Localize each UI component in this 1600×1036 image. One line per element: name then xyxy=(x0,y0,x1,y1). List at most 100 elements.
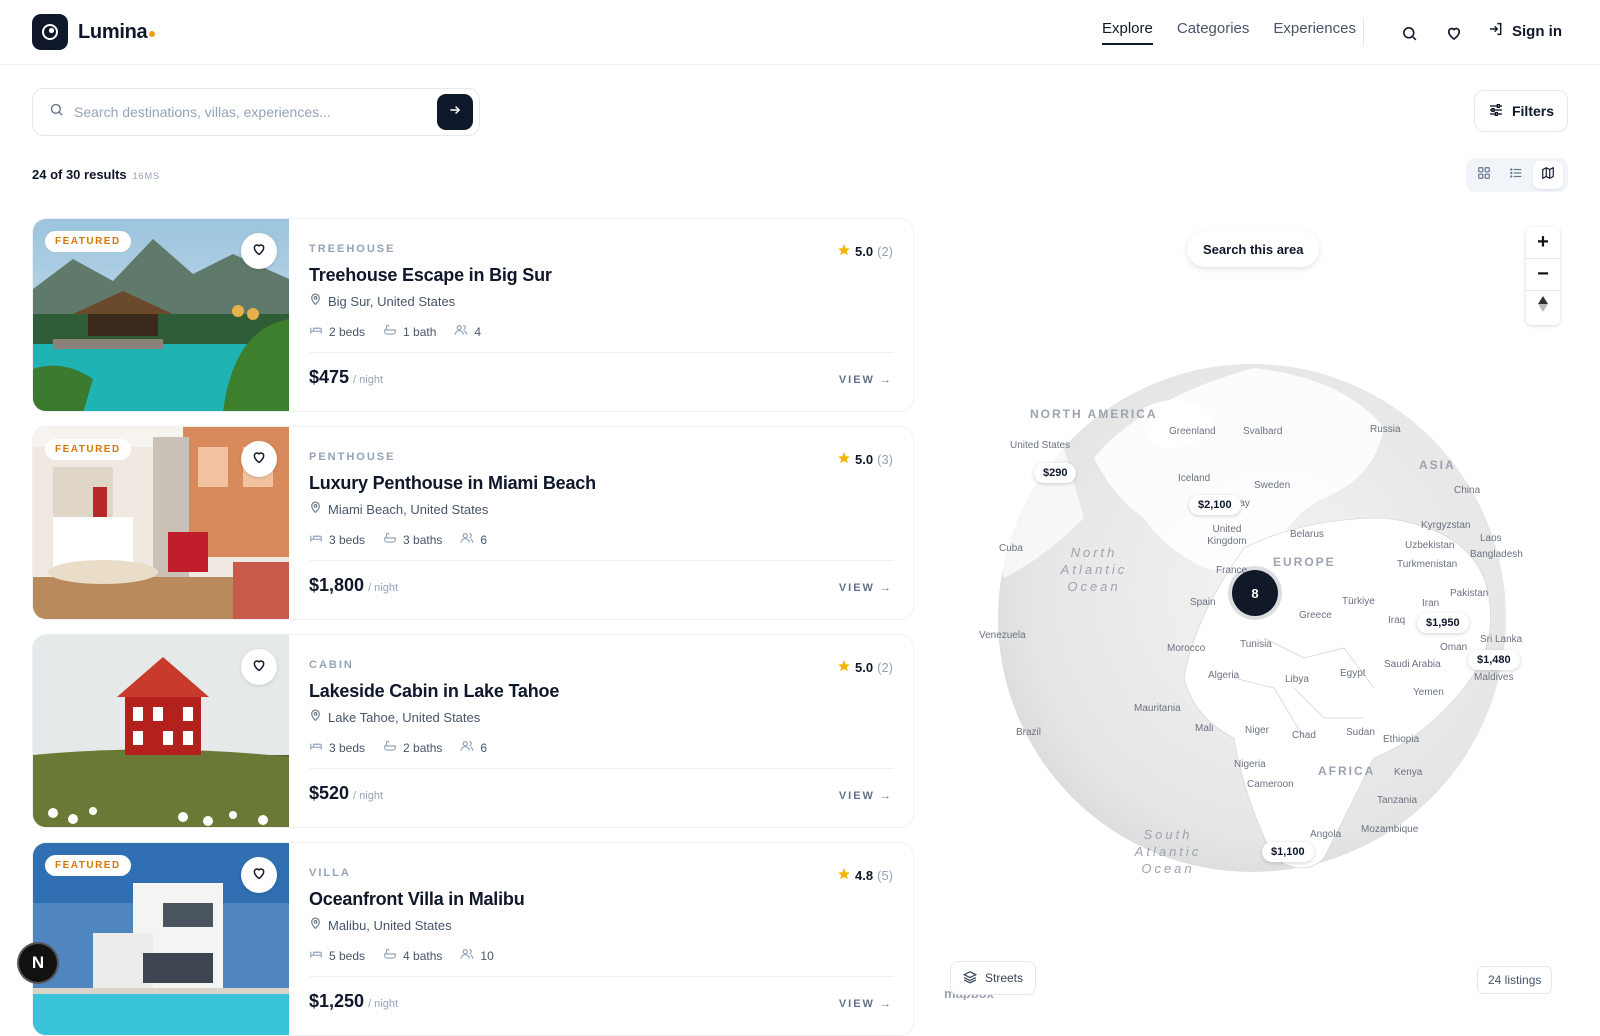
heart-icon xyxy=(251,449,267,470)
view-link[interactable]: VIEW → xyxy=(839,790,893,802)
map-label-bangladesh: Bangladesh xyxy=(1470,549,1523,560)
heart-icon[interactable] xyxy=(1443,22,1465,44)
zoom-in-button[interactable]: + xyxy=(1526,227,1560,259)
listing-location: Lake Tahoe, United States xyxy=(309,709,480,725)
search-icon[interactable] xyxy=(1398,22,1420,44)
map-zoom-controls: + − xyxy=(1526,227,1560,325)
featured-badge: FEATURED xyxy=(45,855,131,876)
listing-title[interactable]: Luxury Penthouse in Miami Beach xyxy=(309,473,596,494)
listing-location: Miami Beach, United States xyxy=(309,501,488,517)
divider xyxy=(309,768,893,769)
map-label-oman: Oman xyxy=(1440,642,1468,653)
price-value: $520 xyxy=(309,783,350,803)
sliders-icon xyxy=(1488,102,1504,121)
list-view-button[interactable] xyxy=(1501,161,1531,189)
divider xyxy=(309,352,893,353)
map-label-libya: Libya xyxy=(1285,674,1309,685)
favorite-button[interactable] xyxy=(241,233,277,269)
favorite-button[interactable] xyxy=(241,441,277,477)
listing-photo[interactable]: FEATURED xyxy=(33,219,289,411)
listing-title[interactable]: Oceanfront Villa in Malibu xyxy=(309,889,525,910)
listing-card[interactable]: FEATURED PENTHOUSE Luxury Penthouse in M… xyxy=(32,426,914,620)
map-label-greenland: Greenland xyxy=(1169,426,1216,437)
heart-icon xyxy=(251,865,267,886)
sign-in-label: Sign in xyxy=(1512,22,1562,40)
listing-price: $1,250/ night xyxy=(309,991,398,1012)
baths: 2 baths xyxy=(383,739,442,756)
baths-text: 3 baths xyxy=(403,532,443,547)
star-icon xyxy=(837,451,851,468)
guests-text: 10 xyxy=(480,948,494,963)
divider xyxy=(309,560,893,561)
price-pin[interactable]: $1,100 xyxy=(1262,842,1314,862)
rating: 5.0 (3) xyxy=(837,451,893,468)
map-pin-icon xyxy=(309,501,322,517)
listing-type: PENTHOUSE xyxy=(309,451,396,463)
search-this-area-button[interactable]: Search this area xyxy=(1187,231,1320,267)
amenities: 3 beds 2 baths 6 xyxy=(309,739,487,756)
listings-count-badge: 24 listings xyxy=(1477,966,1553,994)
map-label-svalbard: Svalbard xyxy=(1243,426,1283,437)
compass-button[interactable] xyxy=(1526,291,1560,323)
listing-card[interactable]: FEATURED VILLA Oceanfront Villa in Malib… xyxy=(32,842,914,1036)
favorite-button[interactable] xyxy=(241,649,277,685)
price-pin[interactable]: $1,950 xyxy=(1417,613,1469,633)
price-pin[interactable]: $290 xyxy=(1034,463,1077,483)
listing-title[interactable]: Lakeside Cabin in Lake Tahoe xyxy=(309,681,559,702)
listing-photo[interactable] xyxy=(33,635,289,827)
view-toggle xyxy=(1466,158,1568,192)
sign-in-icon xyxy=(1488,21,1504,41)
listing-photo[interactable]: FEATURED xyxy=(33,427,289,619)
listing-price: $475/ night xyxy=(309,367,383,388)
view-link[interactable]: VIEW → xyxy=(839,374,893,386)
map-label-tunisia: Tunisia xyxy=(1240,639,1272,650)
zoom-out-button[interactable]: − xyxy=(1526,259,1560,291)
compass-icon xyxy=(1537,295,1549,319)
dev-tools-badge[interactable]: N xyxy=(19,944,57,982)
listing-card[interactable]: CABIN Lakeside Cabin in Lake Tahoe Lake … xyxy=(32,634,914,828)
users-icon xyxy=(460,739,474,756)
search-submit-button[interactable] xyxy=(437,94,473,130)
map-label-maldives: Maldives xyxy=(1474,672,1514,683)
guests: 6 xyxy=(460,739,487,756)
nav-categories[interactable]: Categories xyxy=(1177,20,1250,45)
listing-info: VILLA Oceanfront Villa in Malibu Malibu,… xyxy=(309,843,893,1035)
location-text: Malibu, United States xyxy=(328,917,452,933)
brand-name: Lumina xyxy=(78,21,156,44)
sign-in-button[interactable]: Sign in xyxy=(1488,21,1562,41)
view-link[interactable]: VIEW → xyxy=(839,582,893,594)
grid-view-button[interactable] xyxy=(1469,161,1499,189)
map-label-turkmenistan: Turkmenistan xyxy=(1397,559,1458,570)
nav-divider xyxy=(1363,18,1364,46)
logo[interactable]: Lumina xyxy=(32,14,156,50)
listing-title[interactable]: Treehouse Escape in Big Sur xyxy=(309,265,552,286)
listing-card[interactable]: FEATURED TREEHOUSE Treehouse Escape in B… xyxy=(32,218,914,412)
map-label-sweden: Sweden xyxy=(1254,480,1291,491)
map-label-kyrgyzstan: Kyrgyzstan xyxy=(1421,520,1471,531)
listing-cluster[interactable]: 8 xyxy=(1232,570,1278,616)
price-pin[interactable]: $2,100 xyxy=(1189,495,1241,515)
nav-experiences[interactable]: Experiences xyxy=(1273,20,1356,45)
map-view-button[interactable] xyxy=(1533,161,1563,189)
filters-button[interactable]: Filters xyxy=(1474,90,1568,132)
listing-price: $520/ night xyxy=(309,783,383,804)
nav-explore[interactable]: Explore xyxy=(1102,20,1153,45)
map-style-button[interactable]: Streets xyxy=(950,961,1037,995)
arrow-right-icon xyxy=(448,103,462,122)
favorite-button[interactable] xyxy=(241,857,277,893)
map-pin-icon xyxy=(309,709,322,725)
plus-icon: + xyxy=(1537,231,1549,253)
listing-price: $1,800/ night xyxy=(309,575,398,596)
listing-photo[interactable]: FEATURED xyxy=(33,843,289,1035)
bath-icon xyxy=(383,739,397,756)
rating-value: 5.0 xyxy=(855,244,874,259)
beds: 3 beds xyxy=(309,531,365,548)
users-icon xyxy=(454,323,468,340)
price-unit: / night xyxy=(353,790,384,802)
rating-value: 5.0 xyxy=(855,452,874,467)
beds: 5 beds xyxy=(309,947,365,964)
map-label-laos: Laos xyxy=(1480,533,1502,544)
search-input[interactable] xyxy=(74,104,434,120)
map-label-niger: Niger xyxy=(1245,725,1269,736)
price-pin[interactable]: $1,480 xyxy=(1468,650,1520,670)
